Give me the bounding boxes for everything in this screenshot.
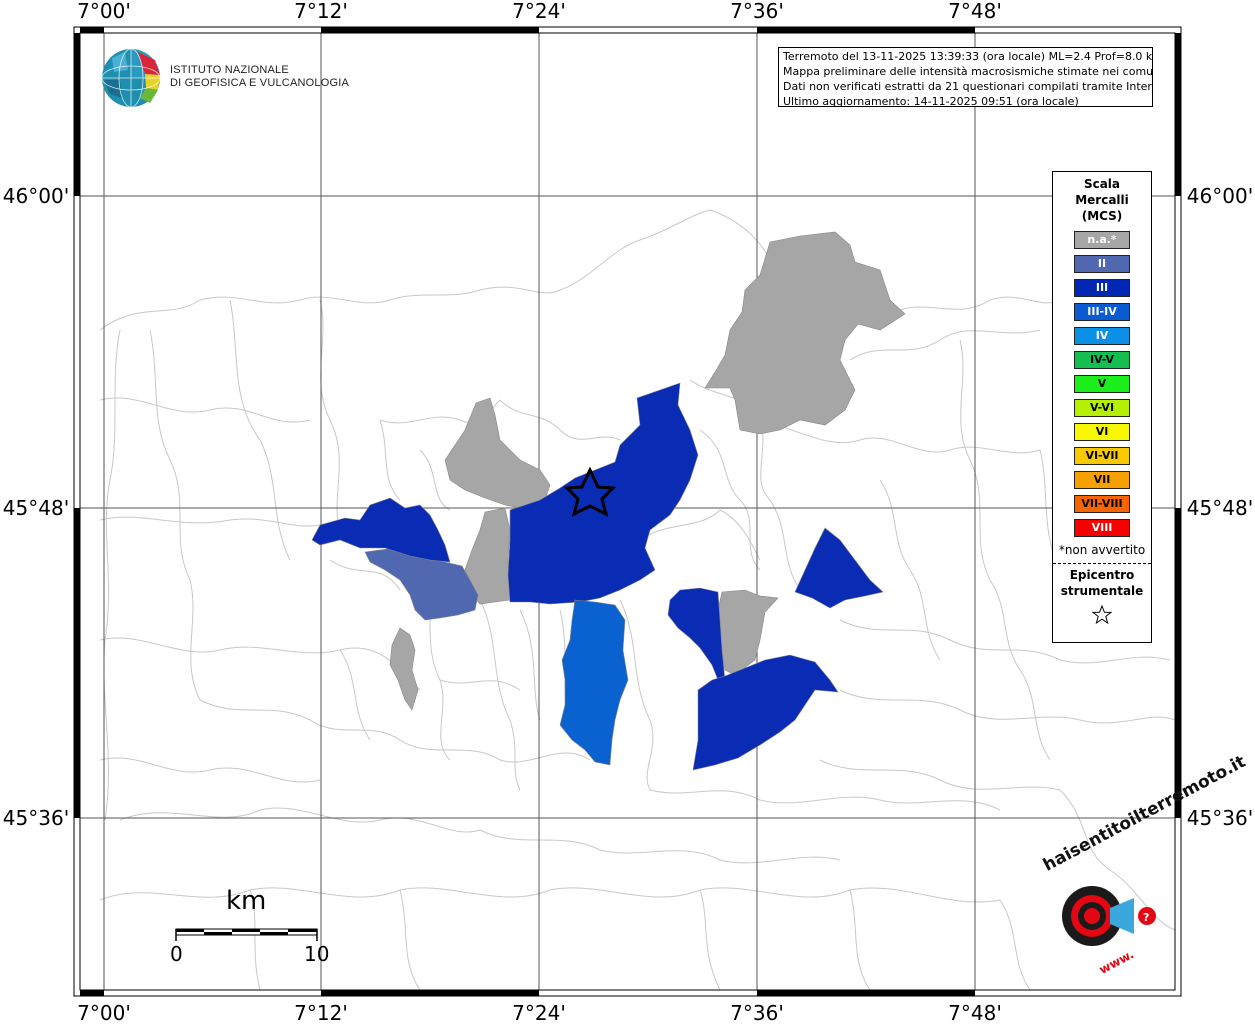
event-info-line: Terremoto del 13-11-2025 13:39:33 (ora l… xyxy=(783,50,1153,63)
scale-unit: km xyxy=(226,886,267,916)
legend-item: II xyxy=(1074,255,1130,273)
legend-item: VI xyxy=(1074,423,1130,441)
tick-label: 45°36' xyxy=(3,806,69,830)
legend-item: IV xyxy=(1074,327,1130,345)
tick-label: 46°00' xyxy=(3,184,69,208)
legend-item: VII xyxy=(1074,471,1130,489)
legend-item: V xyxy=(1074,375,1130,393)
tick-label: 7°00' xyxy=(77,1001,131,1024)
lon-ticks-top: 7°00' 7°12' 7°24' 7°36' 7°48' xyxy=(77,0,1002,23)
mcs-legend: Scala Mercalli (MCS) n.a.* II III III-IV IV I… xyxy=(1052,171,1152,643)
legend-epicenter-line: Epicentro xyxy=(1069,568,1135,582)
tick-label: 7°12' xyxy=(294,0,348,23)
scale-end: 10 xyxy=(304,942,330,966)
legend-item: VII-VIII xyxy=(1074,495,1130,513)
legend-item: V-VI xyxy=(1074,399,1130,417)
tick-label: 7°48' xyxy=(948,0,1002,23)
legend-item: n.a.* xyxy=(1074,231,1130,249)
legend-star-icon xyxy=(1053,604,1151,629)
tick-label: 7°00' xyxy=(77,0,131,23)
legend-epicenter-label: Epicentro strumentale xyxy=(1053,567,1151,599)
tick-label: 7°48' xyxy=(948,1001,1002,1024)
lat-ticks-right: 46°00' 45°48' 45°36' xyxy=(1187,184,1253,830)
ingv-name-line2: DI GEOFISICA E VULCANOLOGIA xyxy=(170,77,349,89)
legend-title-line: Mercalli xyxy=(1075,193,1129,207)
event-info-box: Terremoto del 13-11-2025 13:39:33 (ora l… xyxy=(778,47,1153,107)
scale-start: 0 xyxy=(170,942,183,966)
tick-label: 45°48' xyxy=(3,496,69,520)
legend-title-line: Scala xyxy=(1083,177,1121,191)
legend-item: VI-VII xyxy=(1074,447,1130,465)
legend-items: n.a.* II III III-IV IV IV-V V V-VI VI VI-VII VII VI… xyxy=(1053,231,1151,537)
tick-label: 45°36' xyxy=(1187,806,1253,830)
svg-text:?: ? xyxy=(1143,911,1149,924)
tick-label: 46°00' xyxy=(1187,184,1253,208)
event-info-line: Ultimo aggiornamento: 14-11-2025 09:51 (… xyxy=(783,95,1079,107)
tick-label: 7°12' xyxy=(294,1001,348,1024)
lat-ticks-left: 46°00' 45°48' 45°36' xyxy=(3,184,69,830)
legend-item: VIII xyxy=(1074,519,1130,537)
tick-label: 7°24' xyxy=(512,1001,566,1024)
legend-item: III-IV xyxy=(1074,303,1130,321)
event-info-line: Mappa preliminare delle intensità macros… xyxy=(783,65,1153,78)
tick-label: 7°24' xyxy=(512,0,566,23)
legend-divider xyxy=(1053,563,1151,564)
legend-epicenter-line: strumentale xyxy=(1060,584,1144,598)
tick-label: 7°36' xyxy=(730,0,784,23)
event-info-line: Dati non verificati estratti da 21 quest… xyxy=(783,80,1153,93)
legend-item: III xyxy=(1074,279,1130,297)
legend-title-line: (MCS) xyxy=(1081,209,1123,223)
legend-item: IV-V xyxy=(1074,351,1130,369)
lon-ticks-bottom: 7°00' 7°12' 7°24' 7°36' 7°48' xyxy=(77,1001,1002,1024)
tick-label: 7°36' xyxy=(730,1001,784,1024)
tick-label: 45°48' xyxy=(1187,496,1253,520)
legend-note: *non avvertito xyxy=(1058,543,1146,557)
ingv-name-line1: ISTITUTO NAZIONALE xyxy=(170,64,289,76)
legend-title: Scala Mercalli (MCS) xyxy=(1053,176,1151,224)
ingv-name: ISTITUTO NAZIONALE DI GEOFISICA E VULCAN… xyxy=(170,64,349,90)
ingv-logo-icon xyxy=(101,48,161,108)
